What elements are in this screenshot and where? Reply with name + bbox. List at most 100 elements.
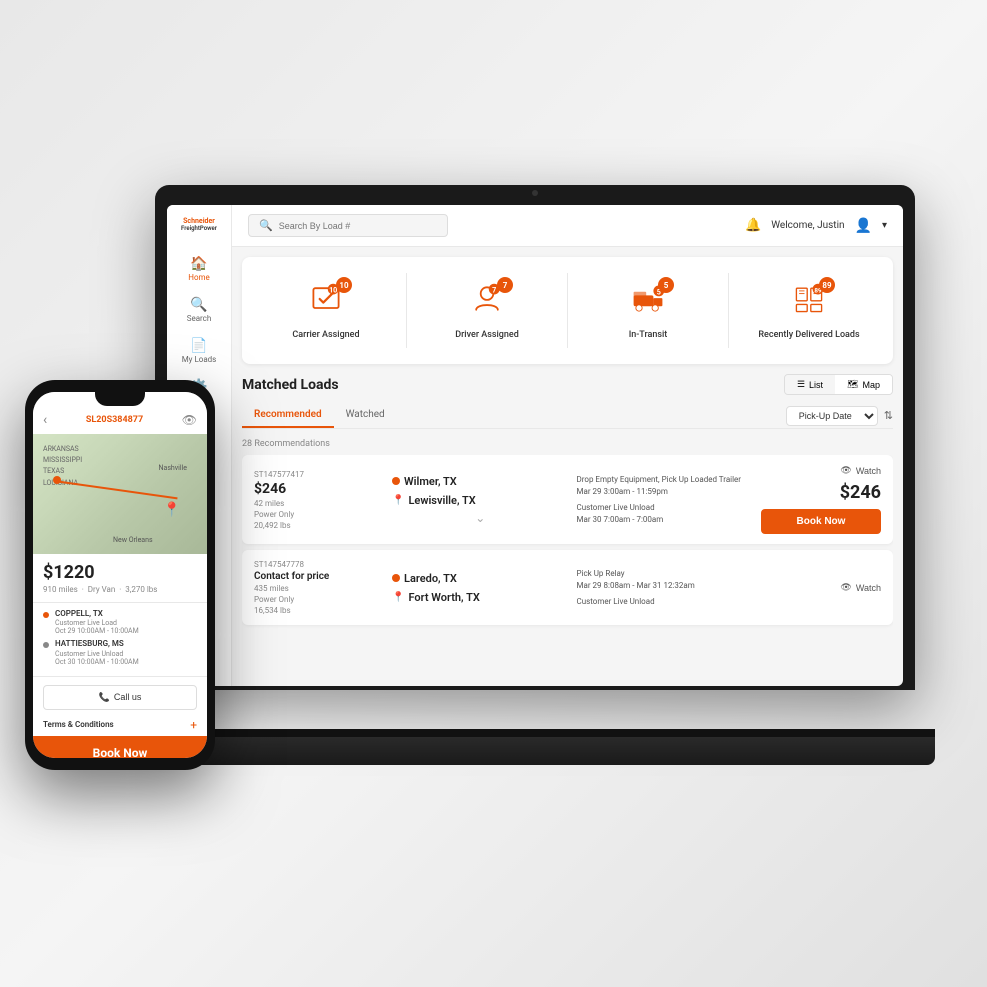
search-icon: 🔍 bbox=[190, 298, 207, 312]
phone-route: COPPELL, TX Customer Live Load Oct 29 10… bbox=[33, 603, 207, 677]
laptop-screen: Schneider FreightPower 🏠 Home 🔍 Search bbox=[167, 205, 903, 686]
load-cards: ST147577417 $246 42 miles Power Only 20,… bbox=[242, 455, 893, 676]
terms-plus-icon[interactable]: + bbox=[190, 718, 197, 732]
phone-load-id: SL20S384877 bbox=[86, 415, 143, 425]
terms-row: Terms & Conditions + bbox=[33, 718, 207, 736]
logo-line2: FreightPower bbox=[181, 225, 217, 232]
scene: Schneider FreightPower 🏠 Home 🔍 Search bbox=[0, 0, 987, 987]
user-avatar-icon[interactable]: 👤 bbox=[855, 218, 872, 234]
status-card-driver[interactable]: 7 7 Driver Assigned bbox=[419, 273, 555, 348]
origin-dot bbox=[392, 477, 400, 485]
load-2-type: Power Only bbox=[254, 595, 384, 604]
phone-dest-detail: Customer Live Unload bbox=[55, 650, 139, 658]
laptop-body: Schneider FreightPower 🏠 Home 🔍 Search bbox=[155, 185, 915, 690]
phone-book-now-button[interactable]: Book Now bbox=[33, 736, 207, 758]
sidebar-item-home-label: Home bbox=[188, 273, 210, 282]
sort-row: Pick-Up Date ⇅ bbox=[786, 406, 893, 426]
desktop-app: Schneider FreightPower 🏠 Home 🔍 Search bbox=[167, 205, 903, 686]
status-card-transit[interactable]: 5 5 In-Transit bbox=[580, 273, 716, 348]
status-card-carrier[interactable]: 10 10 Carrier Assigned bbox=[258, 273, 394, 348]
rec-count: 28 Recommendations bbox=[242, 435, 893, 455]
eye-icon-2: 👁 bbox=[840, 582, 851, 593]
list-view-button[interactable]: ☰ List bbox=[785, 375, 835, 394]
book-button-1[interactable]: Book Now bbox=[761, 509, 881, 534]
phone-dest-city: HATTIESBURG, MS bbox=[55, 639, 139, 649]
phone-route-origin: COPPELL, TX Customer Live Load Oct 29 10… bbox=[43, 609, 197, 635]
nashville-label: Nashville bbox=[159, 464, 187, 472]
phone-icon: 📞 bbox=[99, 692, 110, 703]
load-2-id: ST147547778 bbox=[254, 560, 384, 569]
tab-watched[interactable]: Watched bbox=[334, 403, 397, 428]
search-bar[interactable]: 🔍 bbox=[248, 214, 448, 237]
origin-dot-2 bbox=[392, 574, 400, 582]
load-1-origin: Wilmer, TX bbox=[392, 475, 569, 488]
phone-price-section: $1220 910 miles · Dry Van · 3,270 lbs bbox=[33, 554, 207, 603]
phone-origin-detail: Customer Live Load bbox=[55, 619, 139, 627]
sidebar-item-myloads-label: My Loads bbox=[182, 355, 217, 364]
notification-icon[interactable]: 🔔 bbox=[745, 218, 761, 233]
laptop-camera bbox=[532, 190, 538, 196]
phone-call-section: 📞 Call us bbox=[33, 677, 207, 718]
laptop-device: Schneider FreightPower 🏠 Home 🔍 Search bbox=[155, 185, 915, 765]
sort-select[interactable]: Pick-Up Date bbox=[786, 406, 878, 426]
start-marker bbox=[53, 476, 61, 484]
tabs-row: Recommended Watched Pick-Up Date ⇅ bbox=[242, 403, 893, 429]
phone-screen: ‹ SL20S384877 👁 ARKANSAS MISSISSIPPI TEX… bbox=[33, 392, 207, 758]
phone-origin-date: Oct 29 10:00AM - 10:00AM bbox=[55, 627, 139, 635]
transit-label: In-Transit bbox=[629, 330, 668, 340]
call-button[interactable]: 📞 Call us bbox=[43, 685, 197, 710]
carrier-assigned-icon: 10 10 bbox=[308, 281, 344, 324]
phone-device: ‹ SL20S384877 👁 ARKANSAS MISSISSIPPI TEX… bbox=[25, 380, 215, 770]
load-2-details: Pick Up Relay Mar 29 8:08am - Mar 31 12:… bbox=[577, 568, 754, 608]
search-input[interactable] bbox=[279, 221, 437, 231]
sidebar-item-myloads[interactable]: 📄 My Loads bbox=[167, 331, 231, 372]
laptop-base bbox=[135, 737, 935, 765]
in-transit-icon: 5 5 bbox=[630, 281, 666, 324]
load-2-route: Laredo, TX 📍 Fort Worth, TX bbox=[392, 572, 569, 604]
divider1 bbox=[406, 273, 407, 348]
watch-button-2[interactable]: 👁 Watch bbox=[840, 582, 881, 593]
matched-loads-header: Matched Loads ☰ List 🗺 Map bbox=[242, 374, 893, 395]
expand-chevron[interactable]: ⌄ bbox=[392, 511, 569, 525]
recently-delivered-icon: 89 89 bbox=[791, 281, 827, 324]
myloads-icon: 📄 bbox=[190, 339, 207, 353]
laptop-hinge bbox=[135, 729, 935, 737]
load-1-weight: 20,492 lbs bbox=[254, 521, 384, 530]
route-dest-dot bbox=[43, 642, 49, 648]
search-icon-header: 🔍 bbox=[259, 219, 273, 232]
load-1-route: Wilmer, TX 📍 Lewisville, TX ⌄ bbox=[392, 475, 569, 525]
status-card-delivered[interactable]: 89 89 Recently Delivered Loads bbox=[741, 273, 877, 348]
terms-label: Terms & Conditions bbox=[43, 720, 114, 729]
load-1-actions: 👁 Watch $246 Book Now bbox=[761, 465, 881, 534]
chevron-down-icon[interactable]: ▾ bbox=[882, 220, 887, 231]
sidebar-item-search-label: Search bbox=[187, 314, 212, 323]
load-1-book-price: $246 bbox=[840, 482, 881, 503]
driver-assigned-icon: 7 7 bbox=[469, 281, 505, 324]
delivered-label: Recently Delivered Loads bbox=[758, 330, 859, 340]
phone-eye-icon[interactable]: 👁 bbox=[182, 413, 197, 427]
sidebar-item-home[interactable]: 🏠 Home bbox=[167, 249, 231, 290]
neworleans-label: New Orleans bbox=[113, 536, 153, 544]
dest-pin: 📍 bbox=[392, 495, 404, 506]
matched-loads-title: Matched Loads bbox=[242, 377, 339, 393]
main-content: 🔍 🔔 Welcome, Justin 👤 ▾ bbox=[232, 205, 903, 686]
sort-icon[interactable]: ⇅ bbox=[884, 409, 893, 422]
matched-loads-section: Matched Loads ☰ List 🗺 Map bbox=[232, 374, 903, 686]
phone-route-dest: HATTIESBURG, MS Customer Live Unload Oct… bbox=[43, 639, 197, 665]
header: 🔍 🔔 Welcome, Justin 👤 ▾ bbox=[232, 205, 903, 247]
tab-recommended[interactable]: Recommended bbox=[242, 403, 334, 428]
map-view-button[interactable]: 🗺 Map bbox=[835, 375, 892, 394]
load-1-miles: 42 miles bbox=[254, 499, 384, 508]
phone-notch bbox=[95, 388, 145, 406]
view-toggle: ☰ List 🗺 Map bbox=[784, 374, 893, 395]
eye-icon-1: 👁 bbox=[840, 465, 851, 476]
load-1-dest: 📍 Lewisville, TX bbox=[392, 494, 569, 507]
sidebar-item-search[interactable]: 🔍 Search bbox=[167, 290, 231, 331]
status-cards: 10 10 Carrier Assigned bbox=[242, 257, 893, 364]
watch-button-1[interactable]: 👁 Watch bbox=[840, 465, 881, 476]
phone-back-button[interactable]: ‹ bbox=[43, 412, 47, 428]
list-icon: ☰ bbox=[797, 379, 805, 390]
dest-pin-2: 📍 bbox=[392, 592, 404, 603]
load-2-weight: 16,534 lbs bbox=[254, 606, 384, 615]
load-1-details: Drop Empty Equipment, Pick Up Loaded Tra… bbox=[577, 474, 754, 526]
